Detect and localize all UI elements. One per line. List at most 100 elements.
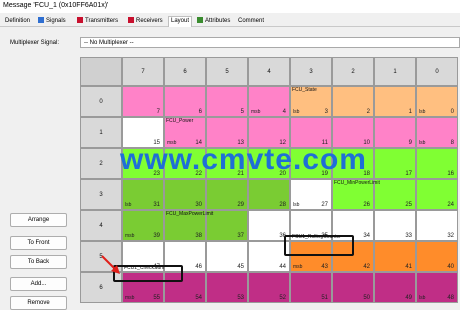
bit-cell[interactable]: 39 msb [122,210,164,241]
tab-label: Comment [238,18,265,24]
bit-cell[interactable]: 9 [374,117,416,148]
bit-number: 32 [447,233,454,239]
bit-number: 9 [408,140,412,146]
bit-number: 52 [279,295,286,301]
add-button[interactable]: Add... [10,277,67,291]
signal-label-power[interactable]: FCU_Power [166,118,193,124]
bit-number: 45 [237,264,244,270]
tab-label: Signals [46,18,66,24]
bit-cell[interactable]: 45 [206,241,248,272]
bit-cell[interactable]: 40 [416,241,458,272]
bit-number: 28 [279,202,286,208]
bit-cell[interactable]: 48 lsb [416,272,458,303]
bit-cell[interactable]: 33 [374,210,416,241]
tab-transmitters[interactable]: Transmitters [75,17,120,27]
bit-cell[interactable]: 27 lsb [290,179,332,210]
bit-header: 5 [206,57,248,86]
bit-number: 51 [321,295,328,301]
byte-header: 4 [80,210,122,241]
tab-label: Attributes [205,18,231,24]
tab-comment[interactable]: Comment [236,17,266,27]
transmitter-icon [77,17,83,23]
grid-corner [80,57,122,86]
bit-number: 16 [447,171,454,177]
watermark: www.cmvte.com [120,143,367,176]
byte-header: 3 [80,179,122,210]
bit-cell[interactable]: 8 lsb [416,117,458,148]
bit-cell[interactable]: 2 [332,86,374,117]
bit-number: 29 [237,202,244,208]
bit-cell[interactable]: 28 [248,179,290,210]
tab-signals[interactable]: Signals [36,17,68,27]
to-back-button[interactable]: To Back [10,255,67,269]
bit-number: 8 [450,140,454,146]
window-title: Message 'FCU_1 (0x10FF6A01x)' [0,0,460,13]
arrow-icon [101,255,120,274]
signal-label-max-power[interactable]: FCU_MaxPowerLimit [166,211,213,217]
bit-cell[interactable]: 7 [122,86,164,117]
tab-receivers[interactable]: Receivers [126,17,165,27]
bit-header: 3 [290,57,332,86]
bit-cell[interactable]: 16 [416,148,458,179]
bit-number: 53 [237,295,244,301]
bit-cell[interactable]: 5 [206,86,248,117]
bit-number: 17 [405,171,412,177]
bit-cell[interactable]: 50 [332,272,374,303]
signal-icon [38,17,44,23]
bit-number: 7 [156,109,160,115]
bit-cell[interactable]: 0 lsb [416,86,458,117]
bit-cell[interactable]: 51 [290,272,332,303]
lsb-marker: lsb [293,109,300,115]
bit-number: 2 [366,109,370,115]
lsb-marker: lsb [293,202,300,208]
msb-marker: msb [293,264,303,270]
byte-header: 1 [80,117,122,148]
tab-attributes[interactable]: Attributes [195,17,232,27]
bit-number: 5 [240,109,244,115]
highlight-rolling-counter [284,235,354,256]
bit-number: 25 [405,202,412,208]
arrange-button[interactable]: Arrange [10,213,67,227]
bit-header: 2 [332,57,374,86]
bit-cell[interactable]: 24 [416,179,458,210]
bit-number: 48 [447,295,454,301]
bit-cell[interactable]: 41 [374,241,416,272]
tab-label: Definition [5,18,31,24]
bit-cell[interactable]: 52 [248,272,290,303]
bit-cell[interactable]: 1 [374,86,416,117]
bit-number: 26 [363,202,370,208]
bit-number: 50 [363,295,370,301]
msb-marker: msb [251,109,261,115]
multiplexer-select[interactable]: -- No Multiplexer -- [80,37,460,48]
bit-number: 37 [237,233,244,239]
bit-cell[interactable]: 30 [164,179,206,210]
bit-cell[interactable]: 17 [374,148,416,179]
bit-cell[interactable]: 31 lsb [122,179,164,210]
bit-cell[interactable]: 4 msb [248,86,290,117]
bit-header: 7 [122,57,164,86]
byte-header: 2 [80,148,122,179]
lsb-marker: lsb [419,295,426,301]
bit-cell[interactable]: 53 [206,272,248,303]
bit-cell[interactable]: 29 [206,179,248,210]
bit-number: 34 [363,233,370,239]
tab-label: Transmitters [85,18,119,24]
signal-label-min-power[interactable]: FCU_MinPowerLimit [334,180,380,186]
signal-label-state[interactable]: FCU_State [292,87,317,93]
tab-definition[interactable]: Definition [3,17,32,27]
bit-number: 42 [363,264,370,270]
bit-header: 4 [248,57,290,86]
bit-cell[interactable]: 6 [164,86,206,117]
bit-number: 24 [447,202,454,208]
bit-cell[interactable]: 25 [374,179,416,210]
bit-number: 4 [282,109,286,115]
to-front-button[interactable]: To Front [10,236,67,250]
bit-header: 1 [374,57,416,86]
bit-cell[interactable]: 32 [416,210,458,241]
bit-number: 33 [405,233,412,239]
tab-label: Receivers [136,18,163,24]
bit-cell[interactable]: 49 [374,272,416,303]
remove-button[interactable]: Remove [10,296,67,310]
attributes-icon [197,17,203,23]
tab-layout[interactable]: Layout [168,16,193,27]
